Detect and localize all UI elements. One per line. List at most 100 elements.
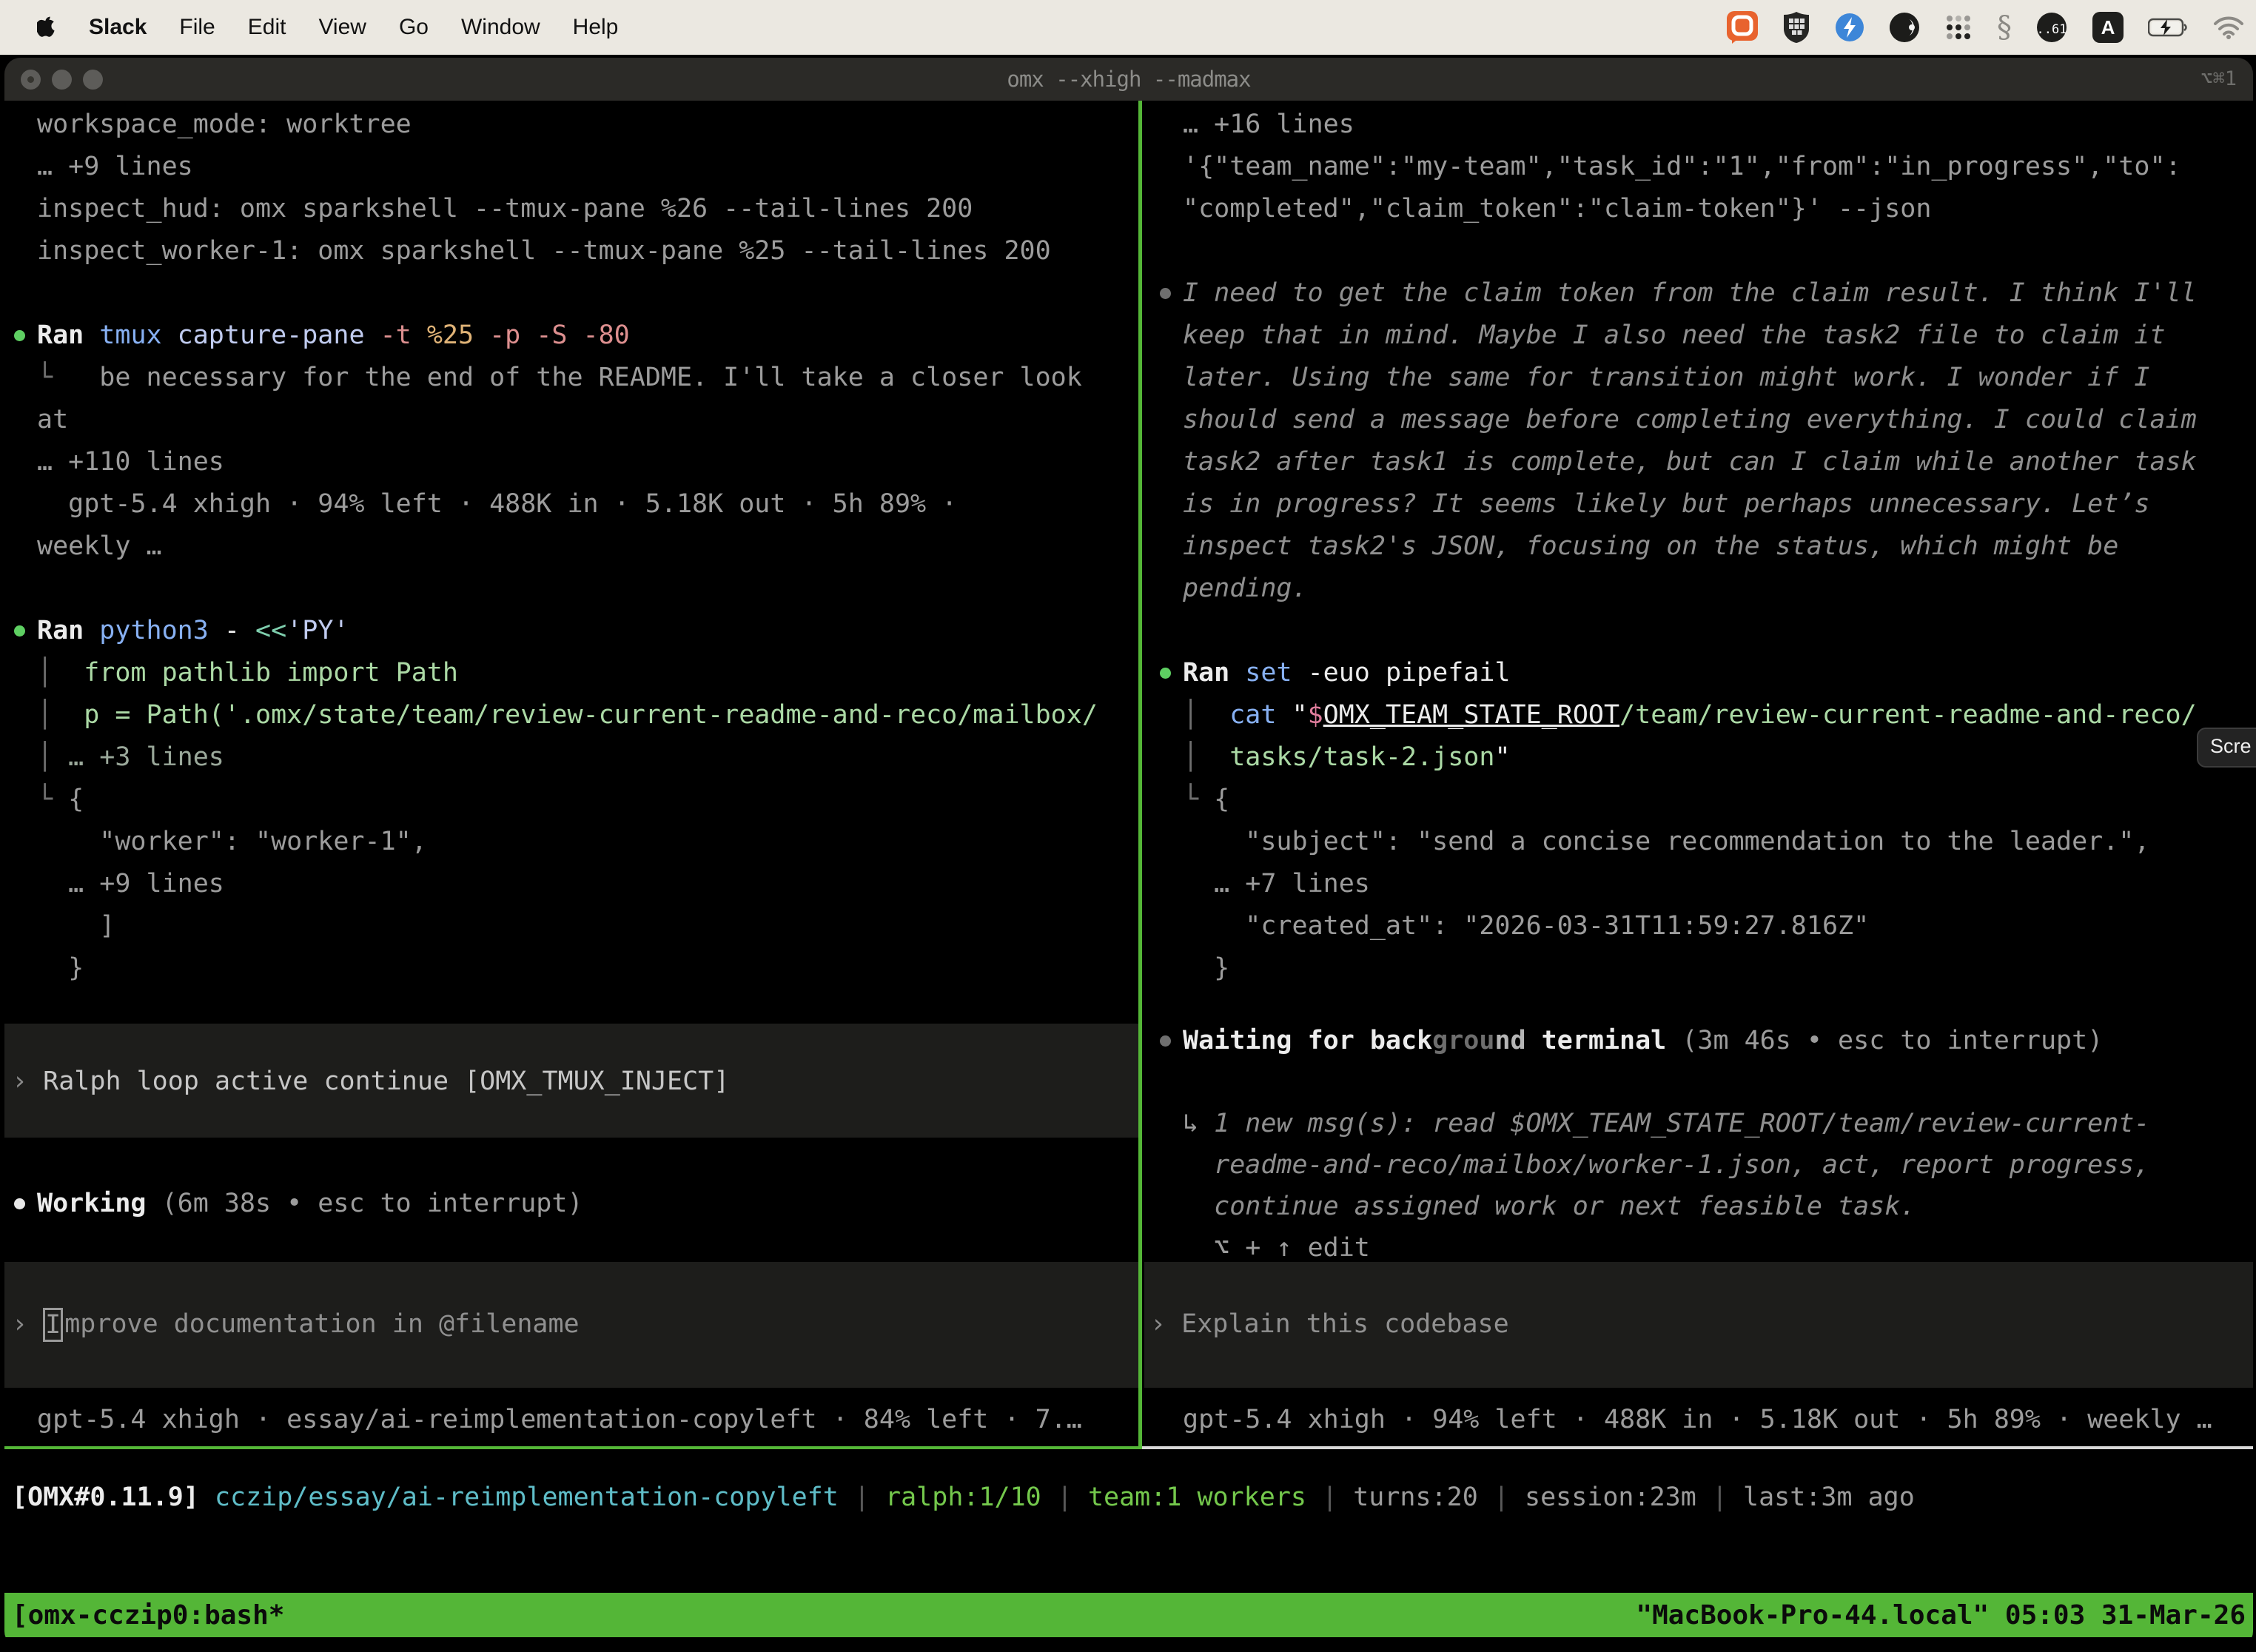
terminal-line: }: [37, 947, 1138, 990]
line-bullet-icon: [14, 625, 25, 637]
terminal-line: is in progress? It seems likely but perh…: [1183, 483, 2253, 526]
menu-item-edit[interactable]: Edit: [248, 15, 286, 40]
menu-item-window[interactable]: Window: [461, 15, 540, 40]
terminal-line: [1183, 230, 2253, 272]
composer-input-right[interactable]: › Explain this codebase: [1144, 1262, 2253, 1388]
dots-grid-icon[interactable]: [1944, 13, 1973, 42]
terminal-line: I need to get the claim token from the c…: [1183, 272, 2253, 315]
tmux-host-clock: "MacBook-Pro-44.local" 05:03 31-Mar-26: [1636, 1600, 2253, 1631]
terminal-line: [1183, 610, 2253, 652]
terminal-line: inspect task2's JSON, focusing on the st…: [1183, 526, 2253, 568]
terminal-line: … +9 lines: [37, 863, 1138, 905]
terminal-line: [37, 272, 1138, 315]
terminal-line: Waiting for background terminal (3m 46s …: [1183, 1020, 2253, 1061]
terminal-line: inspect_worker-1: omx sparkshell --tmux-…: [37, 230, 1138, 272]
omx-status-line: [OMX#0.11.9] cczip/essay/ai-reimplementa…: [12, 1477, 1915, 1519]
waiting-status-block: Waiting for background terminal (3m 46s …: [1144, 1020, 2253, 1269]
composer-placeholder-left: › Improve documentation in @filename: [4, 1262, 1142, 1346]
composer-placeholder-right: › Explain this codebase: [1144, 1262, 2253, 1346]
terminal-line: continue assigned work or next feasible …: [1183, 1186, 2253, 1227]
terminal-line: ↳ 1 new msg(s): read $OMX_TEAM_STATE_ROO…: [1183, 1103, 2253, 1144]
input-source-a-icon[interactable]: A: [2092, 11, 2124, 44]
menu-item-file[interactable]: File: [179, 15, 215, 40]
terminal-pane-left[interactable]: workspace_mode: worktree… +9 linesinspec…: [4, 104, 1138, 990]
terminal-line: '{"team_name":"my-team","task_id":"1","f…: [1183, 146, 2253, 188]
terminal-line: task2 after task1 is complete, but can I…: [1183, 441, 2253, 483]
composer-input-left[interactable]: › Improve documentation in @filename: [4, 1262, 1142, 1388]
terminal-line: later. Using the same for transition mig…: [1183, 357, 2253, 399]
terminal-line: "completed","claim_token":"claim-token"}…: [1183, 188, 2253, 230]
tmux-status-bar: [omx-cczip0:bash* "MacBook-Pro-44.local"…: [4, 1593, 2253, 1637]
tmux-session-name: [omx-cczip0:bash*: [4, 1600, 284, 1631]
line-bullet-icon: [1160, 1035, 1171, 1047]
terminal-line: "worker": "worker-1",: [37, 821, 1138, 863]
terminal-line: "subject": "send a concise recommendatio…: [1183, 821, 2253, 863]
terminal-line: └ be necessary for the end of the README…: [37, 357, 1138, 399]
section-curl-icon[interactable]: §: [1997, 10, 2012, 44]
working-status: Working (6m 38s • esc to interrupt): [4, 1183, 1138, 1225]
screen-capture-tooltip-label: Scre: [2210, 735, 2252, 757]
terminal-line: … +9 lines: [37, 146, 1138, 188]
terminal-line: gpt-5.4 xhigh · 94% left · 488K in · 5.1…: [37, 483, 1138, 526]
pane-divider[interactable]: [1138, 101, 1142, 1449]
screen-capture-tooltip: Scre: [2197, 728, 2256, 768]
terminal-line: │ tasks/task-2.json": [1183, 736, 2253, 779]
terminal-content: workspace_mode: worktree… +9 linesinspec…: [4, 101, 2253, 1648]
svg-text:A: A: [2101, 16, 2115, 38]
ralph-loop-text: › Ralph loop active continue [OMX_TMUX_I…: [4, 1024, 1142, 1103]
chat-bubble-icon[interactable]: [1726, 10, 1759, 44]
terminal-line: │ cat "$OMX_TEAM_STATE_ROOT/team/review-…: [1183, 694, 2253, 736]
terminal-line: keep that in mind. Maybe I also need the…: [1183, 315, 2253, 357]
terminal-window: omx --xhigh --madmax ⌥⌘1 workspace_mode:…: [4, 58, 2253, 1648]
wifi-icon[interactable]: [2213, 16, 2244, 39]
window-title: omx --xhigh --madmax: [4, 58, 2253, 101]
shield-grid-icon[interactable]: [1782, 11, 1810, 44]
menu-bar: Slack File Edit View Go Window Help § ..…: [0, 0, 2256, 55]
terminal-line: [1183, 1061, 2253, 1103]
moon-app-icon[interactable]: [1889, 12, 1920, 43]
line-bullet-icon: [14, 330, 25, 341]
terminal-line: }: [1183, 947, 2253, 990]
svg-text:..61: ..61: [2037, 22, 2067, 37]
line-bullet-icon: [1160, 288, 1171, 299]
line-bullet-icon: [14, 1198, 25, 1209]
terminal-line: │ from pathlib import Path: [37, 652, 1138, 694]
terminal-pane-right[interactable]: … +16 lines'{"team_name":"my-team","task…: [1144, 104, 2253, 990]
terminal-line: │ … +3 lines: [37, 736, 1138, 779]
terminal-line: └ {: [1183, 779, 2253, 821]
model-status-right: gpt-5.4 xhigh · 94% left · 488K in · 5.1…: [1183, 1399, 2212, 1441]
terminal-line: pending.: [1183, 568, 2253, 610]
terminal-line: ]: [37, 905, 1138, 947]
terminal-line: inspect_hud: omx sparkshell --tmux-pane …: [37, 188, 1138, 230]
badge-bolt-icon[interactable]: [1834, 12, 1865, 43]
terminal-line: Working (6m 38s • esc to interrupt): [37, 1183, 1138, 1225]
terminal-line: [37, 568, 1138, 610]
terminal-line: Ran set -euo pipefail: [1183, 652, 2253, 694]
terminal-line: … +7 lines: [1183, 863, 2253, 905]
terminal-line: Ran tmux capture-pane -t %25 -p -S -80: [37, 315, 1138, 357]
pane-border-inactive: [1142, 1446, 2253, 1449]
terminal-line: Ran python3 - <<'PY': [37, 610, 1138, 652]
apple-menu-icon[interactable]: [37, 16, 56, 39]
terminal-line: │ p = Path('.omx/state/team/review-curre…: [37, 694, 1138, 736]
model-status-left: gpt-5.4 xhigh · essay/ai-reimplementatio…: [37, 1399, 1082, 1441]
terminal-line: └ {: [37, 779, 1138, 821]
pane-border-active: [4, 1446, 1142, 1449]
line-bullet-icon: [1160, 668, 1171, 679]
terminal-line: "created_at": "2026-03-31T11:59:27.816Z": [1183, 905, 2253, 947]
menu-item-help[interactable]: Help: [573, 15, 619, 40]
terminal-line: … +16 lines: [1183, 104, 2253, 146]
terminal-line: weekly …: [37, 526, 1138, 568]
window-shortcut-hint: ⌥⌘1: [2200, 58, 2237, 101]
terminal-line: readme-and-reco/mailbox/worker-1.json, a…: [1183, 1144, 2253, 1186]
terminal-line: should send a message before completing …: [1183, 399, 2253, 441]
menu-item-slack[interactable]: Slack: [89, 15, 147, 40]
terminal-line: at: [37, 399, 1138, 441]
title-bar: omx --xhigh --madmax ⌥⌘1: [4, 58, 2253, 101]
menu-item-go[interactable]: Go: [399, 15, 429, 40]
terminal-line: … +110 lines: [37, 441, 1138, 483]
battery-charging-icon[interactable]: [2148, 17, 2189, 38]
menu-item-view[interactable]: View: [318, 15, 366, 40]
usage-61-icon[interactable]: ..61: [2035, 11, 2068, 44]
terminal-line: workspace_mode: worktree: [37, 104, 1138, 146]
